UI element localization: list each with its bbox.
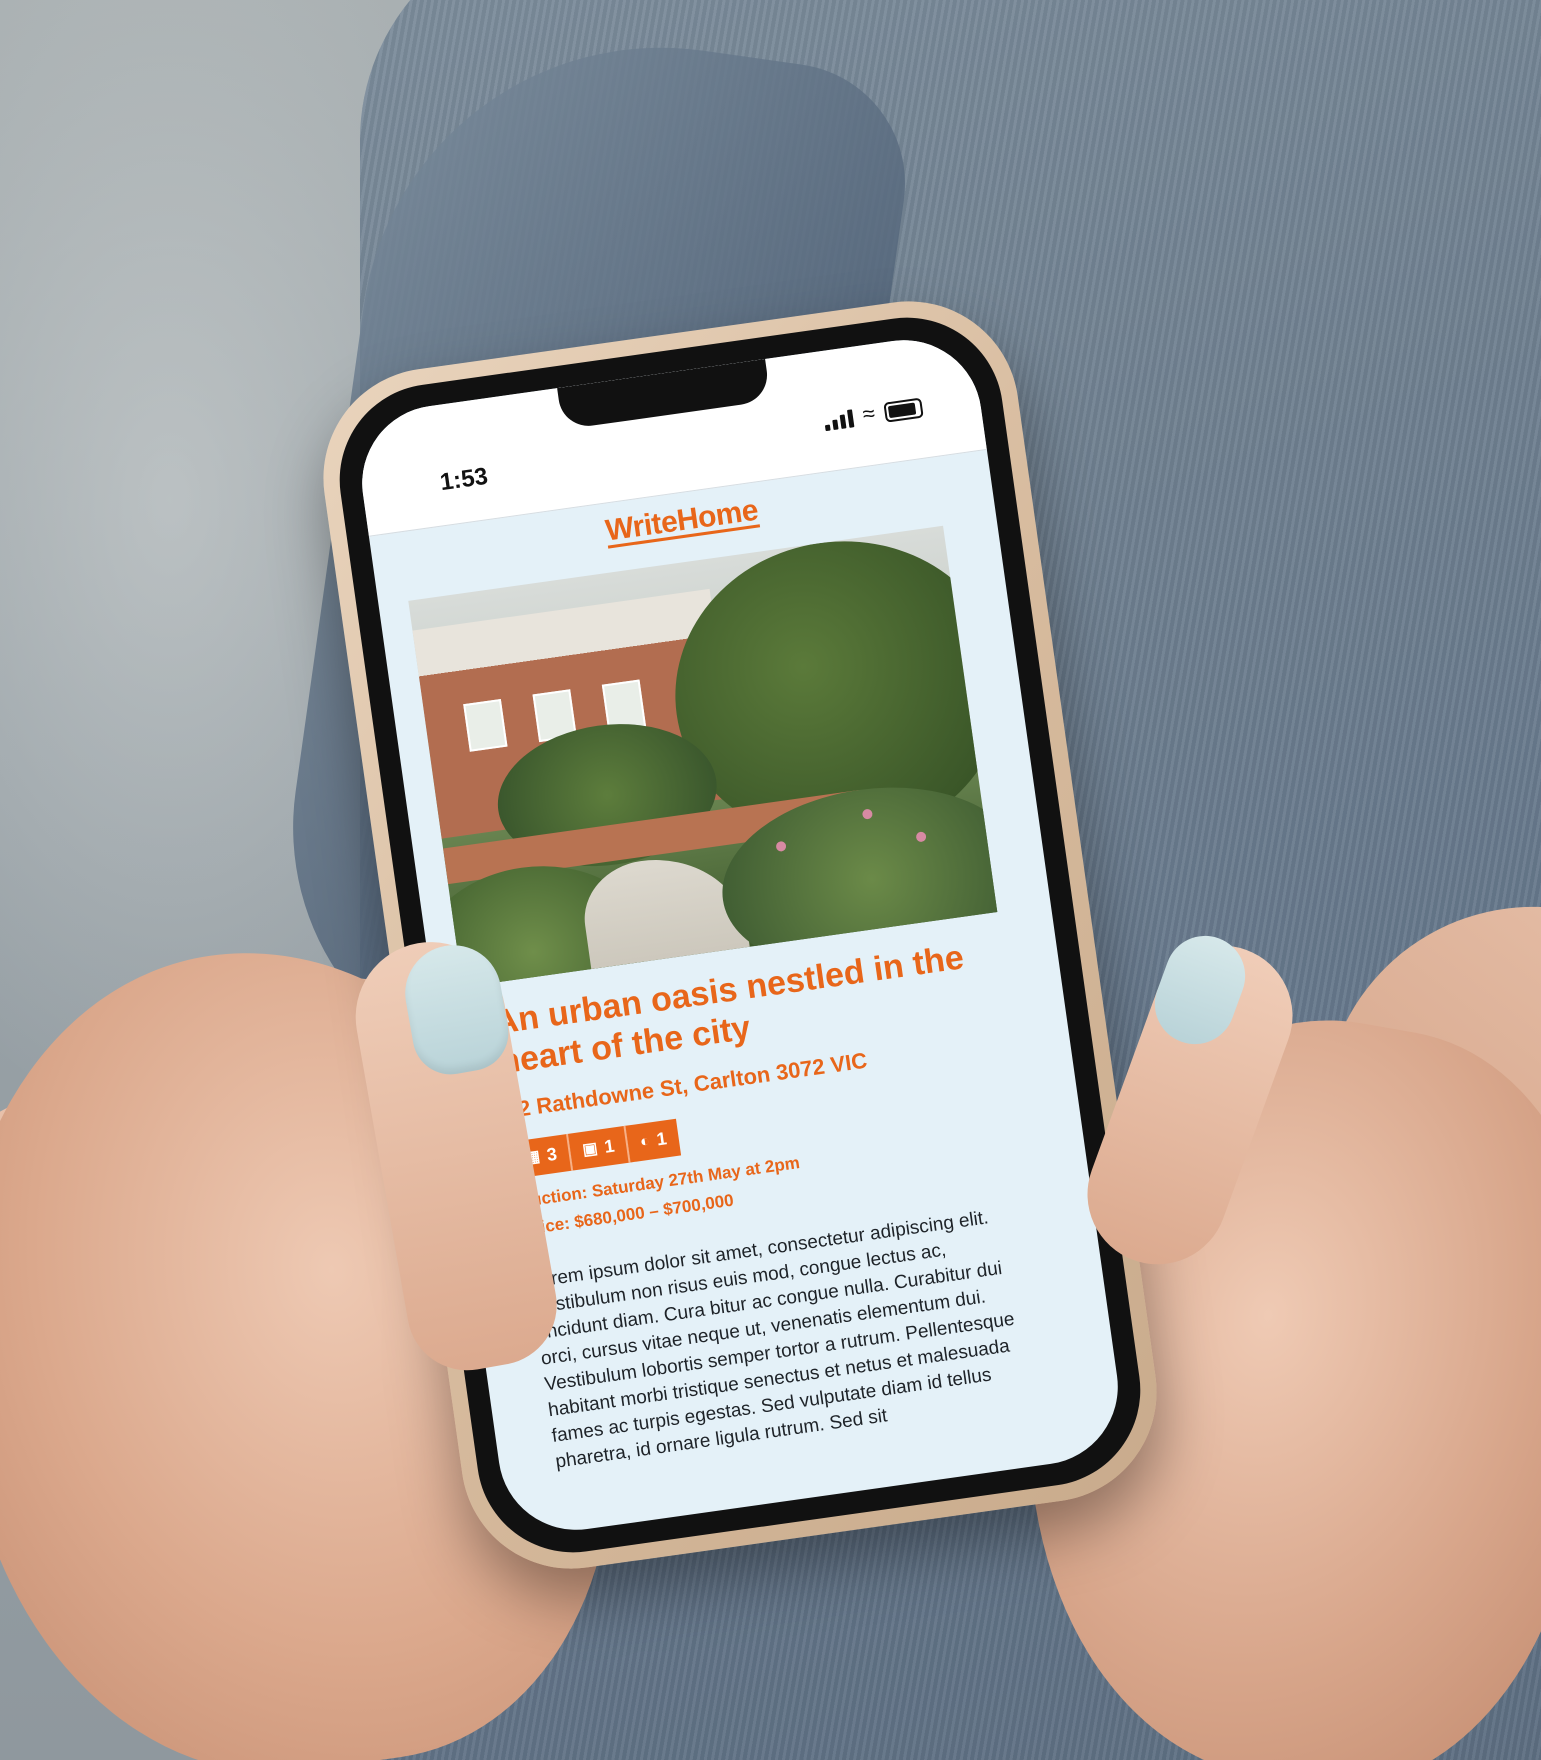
parking-badge: ▣ 1	[568, 1125, 631, 1171]
bathrooms-badge: ◐ 1	[625, 1118, 682, 1163]
window	[463, 698, 508, 752]
listing-details: An urban oasis nestled in the heart of t…	[465, 932, 1066, 1480]
battery-icon	[883, 397, 924, 423]
status-time: 1:53	[438, 462, 490, 497]
bathrooms-count: 1	[655, 1128, 668, 1150]
wifi-icon: ≈	[860, 400, 877, 427]
property-photo[interactable]	[408, 525, 998, 988]
car-icon: ▣	[581, 1139, 599, 1159]
listing-description: Lorem ipsum dolor sit amet, consectetur …	[528, 1207, 1016, 1473]
parking-count: 1	[603, 1135, 616, 1157]
bath-icon: ◐	[638, 1132, 651, 1151]
bedrooms-count: 3	[545, 1143, 559, 1165]
signal-icon	[823, 409, 855, 432]
status-icons: ≈	[823, 396, 924, 432]
